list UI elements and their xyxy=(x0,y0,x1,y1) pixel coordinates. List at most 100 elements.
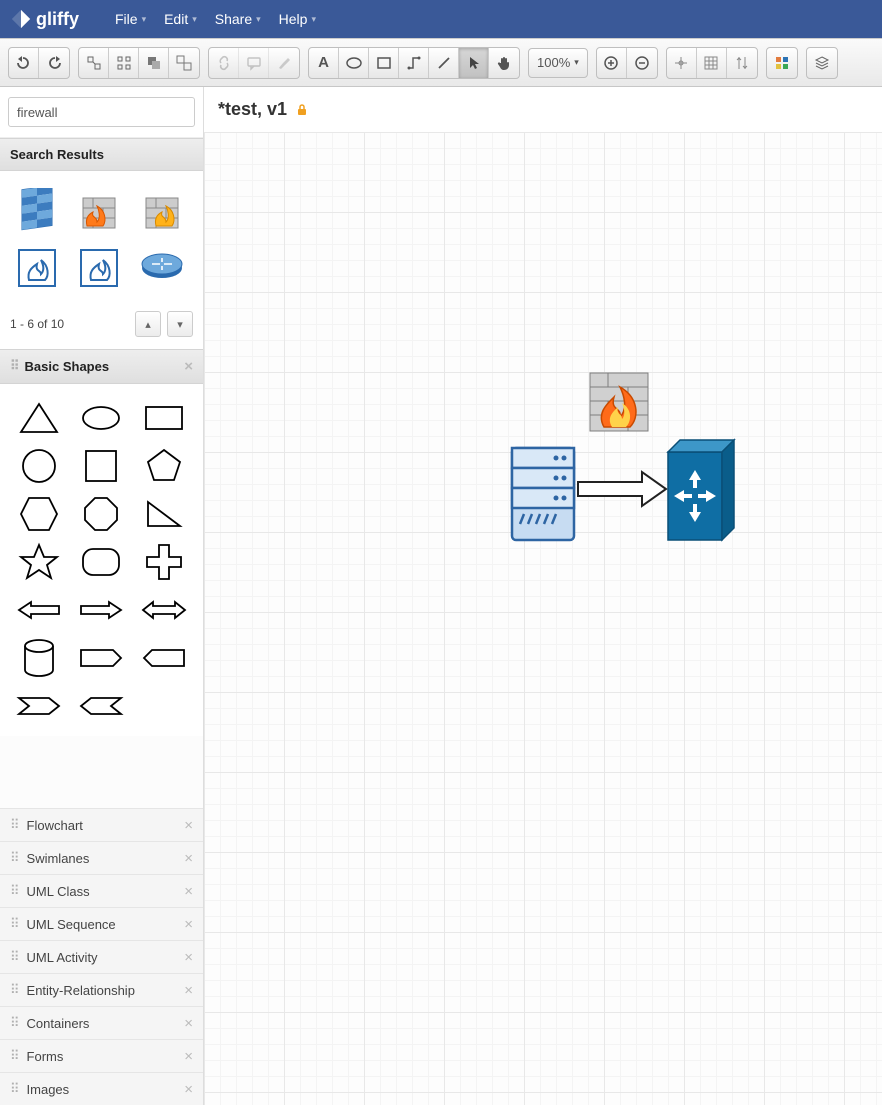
library-images[interactable]: ⠿ Images × xyxy=(0,1072,203,1105)
shape-chip-left[interactable] xyxy=(136,636,192,680)
text-tool-button[interactable]: A xyxy=(309,48,339,78)
arrow-node[interactable] xyxy=(576,470,668,508)
shape-double-arrow[interactable] xyxy=(136,588,192,632)
shape-cylinder[interactable] xyxy=(11,636,67,680)
library-flowchart[interactable]: ⠿ Flowchart × xyxy=(0,808,203,841)
layers-icon xyxy=(814,55,830,71)
gliffy-logo-icon xyxy=(10,8,32,30)
search-input[interactable] xyxy=(8,97,195,127)
distribute-button[interactable] xyxy=(109,48,139,78)
grid-icon xyxy=(703,55,719,71)
theme-button[interactable] xyxy=(767,48,797,78)
azure-firewall-2-icon[interactable] xyxy=(74,243,124,293)
connector-tool-button[interactable] xyxy=(399,48,429,78)
close-icon[interactable]: × xyxy=(184,1081,193,1098)
undo-button[interactable] xyxy=(9,48,39,78)
library-uml-activity[interactable]: ⠿ UML Activity × xyxy=(0,940,203,973)
close-icon[interactable]: × xyxy=(184,358,193,375)
close-icon[interactable]: × xyxy=(184,1048,193,1065)
shape-pentagon[interactable] xyxy=(136,444,192,488)
firewall-fire-brick-2-icon[interactable] xyxy=(137,185,187,235)
shape-right-arrow[interactable] xyxy=(73,588,129,632)
azure-firewall-icon[interactable] xyxy=(12,243,62,293)
shape-plus[interactable] xyxy=(136,540,192,584)
redo-button[interactable] xyxy=(39,48,69,78)
library-forms[interactable]: ⠿ Forms × xyxy=(0,1039,203,1072)
rectangle-tool-button[interactable] xyxy=(369,48,399,78)
close-icon[interactable]: × xyxy=(184,982,193,999)
guides-icon xyxy=(734,55,750,71)
library-uml-class[interactable]: ⠿ UML Class × xyxy=(0,874,203,907)
guides-button[interactable] xyxy=(727,48,757,78)
snap-to-grid-button[interactable] xyxy=(667,48,697,78)
zoom-select[interactable]: 100% ▾ xyxy=(528,48,588,78)
menu-help-label: Help xyxy=(279,11,308,27)
ungroup-button[interactable] xyxy=(169,48,199,78)
close-icon[interactable]: × xyxy=(184,1015,193,1032)
shape-left-arrow[interactable] xyxy=(11,588,67,632)
shape-ellipse[interactable] xyxy=(73,396,129,440)
shape-triangle[interactable] xyxy=(11,396,67,440)
pointer-tool-button[interactable] xyxy=(459,48,489,78)
layers-button[interactable] xyxy=(807,48,837,78)
shape-star[interactable] xyxy=(11,540,67,584)
shape-circle[interactable] xyxy=(11,444,67,488)
caret-icon: ▾ xyxy=(192,14,197,25)
doc-title: *test, v1 xyxy=(218,99,287,120)
line-tool-button[interactable] xyxy=(429,48,459,78)
router-firewall-icon[interactable] xyxy=(137,243,187,293)
snap-icon xyxy=(673,55,689,71)
shape-rounded-rect[interactable] xyxy=(73,540,129,584)
close-icon[interactable]: × xyxy=(184,850,193,867)
zoom-out-button[interactable] xyxy=(627,48,657,78)
shape-square[interactable] xyxy=(73,444,129,488)
pan-tool-button[interactable] xyxy=(489,48,519,78)
basic-shapes-header[interactable]: ⠿ Basic Shapes × xyxy=(0,349,203,384)
shape-chevron-left[interactable] xyxy=(73,684,129,728)
library-uml-sequence[interactable]: ⠿ UML Sequence × xyxy=(0,907,203,940)
close-icon[interactable]: × xyxy=(184,883,193,900)
menu-share[interactable]: Share ▾ xyxy=(209,7,267,31)
comment-icon xyxy=(246,55,262,71)
canvas-area[interactable]: *test, v1 xyxy=(204,87,882,1105)
show-grid-button[interactable] xyxy=(697,48,727,78)
shape-chevron-right[interactable] xyxy=(11,684,67,728)
section-label: Basic Shapes xyxy=(25,359,110,374)
close-icon[interactable]: × xyxy=(184,949,193,966)
shape-octagon[interactable] xyxy=(73,492,129,536)
ungroup-icon xyxy=(176,55,192,71)
distribute-icon xyxy=(116,55,132,71)
comment-button xyxy=(239,48,269,78)
firewall-node[interactable] xyxy=(584,367,654,437)
shape-hexagon[interactable] xyxy=(11,492,67,536)
shape-chip-right[interactable] xyxy=(73,636,129,680)
menu-file[interactable]: File ▾ xyxy=(109,7,152,31)
server-node[interactable] xyxy=(508,444,578,544)
chevron-down-icon: ▾ xyxy=(177,318,183,331)
pager-prev-button[interactable]: ▴ xyxy=(135,311,161,337)
hand-icon xyxy=(496,55,512,71)
library-entity-relationship[interactable]: ⠿ Entity-Relationship × xyxy=(0,973,203,1006)
library-label: Entity-Relationship xyxy=(27,983,135,998)
grip-icon: ⠿ xyxy=(10,917,19,932)
router-node[interactable] xyxy=(664,436,738,544)
ellipse-tool-button[interactable] xyxy=(339,48,369,78)
theme-group xyxy=(766,47,798,79)
zoom-in-button[interactable] xyxy=(597,48,627,78)
library-label: Forms xyxy=(27,1049,64,1064)
caret-icon: ▾ xyxy=(574,57,579,68)
shape-right-triangle[interactable] xyxy=(136,492,192,536)
library-containers[interactable]: ⠿ Containers × xyxy=(0,1006,203,1039)
close-icon[interactable]: × xyxy=(184,817,193,834)
menu-help[interactable]: Help ▾ xyxy=(273,7,322,31)
grip-icon: ⠿ xyxy=(10,359,19,374)
close-icon[interactable]: × xyxy=(184,916,193,933)
library-swimlanes[interactable]: ⠿ Swimlanes × xyxy=(0,841,203,874)
group-button[interactable] xyxy=(139,48,169,78)
firewall-brick-icon[interactable] xyxy=(12,185,62,235)
shape-rectangle[interactable] xyxy=(136,396,192,440)
pager-next-button[interactable]: ▾ xyxy=(167,311,193,337)
fit-selection-button[interactable] xyxy=(79,48,109,78)
menu-edit[interactable]: Edit ▾ xyxy=(158,7,203,31)
firewall-fire-brick-icon[interactable] xyxy=(74,185,124,235)
